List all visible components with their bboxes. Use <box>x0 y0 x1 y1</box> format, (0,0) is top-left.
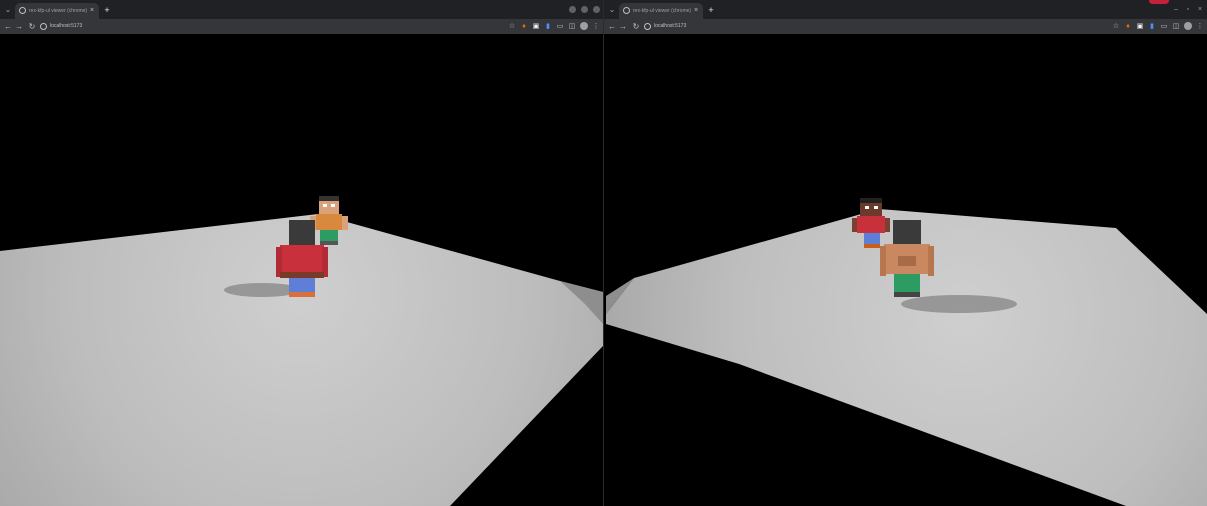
tab-active[interactable]: rex-kfp-ul viewer (chrome) × <box>619 3 703 19</box>
extension-page-icon[interactable]: ▣ <box>532 21 540 32</box>
minimize-icon[interactable]: – <box>1171 4 1181 16</box>
scene-canvas-right[interactable] <box>604 34 1207 506</box>
close-window-icon[interactable] <box>591 4 601 16</box>
back-arrow-icon[interactable]: ← <box>3 21 13 32</box>
browser-window-right: ⌄ rex-kfp-ul viewer (chrome) × + – ▫ × ←… <box>604 0 1207 506</box>
scene-viewport-right[interactable] <box>604 34 1207 506</box>
kebab-menu-icon[interactable]: ⋮ <box>592 21 600 32</box>
recording-indicator-badge <box>1149 0 1169 4</box>
toolbar: ← → ↻ localhost:5173 ☆ ♦ ▣ ▮ ▭ ◫ ⋮ <box>0 19 603 34</box>
toolbar: ← → ↻ localhost:5173 ☆ ♦ ▣ ▮ ▭ ◫ ⋮ <box>604 19 1207 34</box>
reload-icon[interactable]: ↻ <box>631 21 641 32</box>
site-info-icon[interactable] <box>40 23 47 30</box>
tab-strip: ⌄ rex-kfp-ul viewer (chrome) × + – ▫ × <box>604 0 1207 19</box>
maximize-icon[interactable]: ▫ <box>1183 4 1193 16</box>
tab-search-icon[interactable]: ⌄ <box>607 5 617 15</box>
close-window-icon[interactable]: × <box>1195 4 1205 16</box>
tab-manager-icon[interactable]: ▭ <box>556 21 564 32</box>
window-controls <box>567 4 601 16</box>
toolbar-actions: ☆ ♦ ▣ ▮ ▭ ◫ ⋮ <box>1112 21 1204 32</box>
scene-viewport-left[interactable] <box>0 34 603 506</box>
sidebar-icon[interactable]: ◫ <box>568 21 576 32</box>
url-text: localhost:5173 <box>50 23 83 29</box>
tab-active[interactable]: rex-kfp-ul viewer (chrome) × <box>15 3 99 19</box>
bookmark-star-icon[interactable]: ☆ <box>1112 21 1120 32</box>
new-tab-plus-icon[interactable]: + <box>706 5 716 15</box>
character-shadow <box>224 283 300 297</box>
favicon-icon <box>623 7 630 14</box>
sidebar-icon[interactable]: ◫ <box>1172 21 1180 32</box>
kebab-menu-icon[interactable]: ⋮ <box>1196 21 1204 32</box>
bookmark-star-icon[interactable]: ☆ <box>508 21 516 32</box>
toolbar-actions: ☆ ♦ ▣ ▮ ▭ ◫ ⋮ <box>508 21 600 32</box>
profile-avatar-icon[interactable] <box>580 21 588 32</box>
scene-canvas-left[interactable] <box>0 34 603 506</box>
tab-close-icon[interactable]: × <box>88 6 96 16</box>
extension-blue-icon[interactable]: ▮ <box>1148 21 1156 32</box>
tab-title: rex-kfp-ul viewer (chrome) <box>633 8 691 14</box>
extension-fox-icon[interactable]: ♦ <box>1124 21 1132 32</box>
tab-search-icon[interactable]: ⌄ <box>3 5 13 15</box>
extension-blue-icon[interactable]: ▮ <box>544 21 552 32</box>
reload-icon[interactable]: ↻ <box>27 21 37 32</box>
address-bar[interactable]: localhost:5173 <box>40 21 480 32</box>
character-shadow <box>901 295 1017 313</box>
profile-avatar-icon[interactable] <box>1184 21 1192 32</box>
forward-arrow-icon[interactable]: → <box>14 21 24 32</box>
minimize-icon[interactable] <box>567 4 577 16</box>
url-text: localhost:5173 <box>654 23 687 29</box>
window-controls: – ▫ × <box>1171 4 1205 16</box>
site-info-icon[interactable] <box>644 23 651 30</box>
maximize-icon[interactable] <box>579 4 589 16</box>
tab-strip: ⌄ rex-kfp-ul viewer (chrome) × + <box>0 0 603 19</box>
back-arrow-icon[interactable]: ← <box>607 21 617 32</box>
extension-fox-icon[interactable]: ♦ <box>520 21 528 32</box>
new-tab-plus-icon[interactable]: + <box>102 5 112 15</box>
address-bar[interactable]: localhost:5173 <box>644 21 1084 32</box>
forward-arrow-icon[interactable]: → <box>618 21 628 32</box>
browser-window-left: ⌄ rex-kfp-ul viewer (chrome) × + ← → ↻ l… <box>0 0 603 506</box>
tab-title: rex-kfp-ul viewer (chrome) <box>29 8 87 14</box>
extension-page-icon[interactable]: ▣ <box>1136 21 1144 32</box>
tab-manager-icon[interactable]: ▭ <box>1160 21 1168 32</box>
tab-close-icon[interactable]: × <box>692 6 700 16</box>
favicon-icon <box>19 7 26 14</box>
